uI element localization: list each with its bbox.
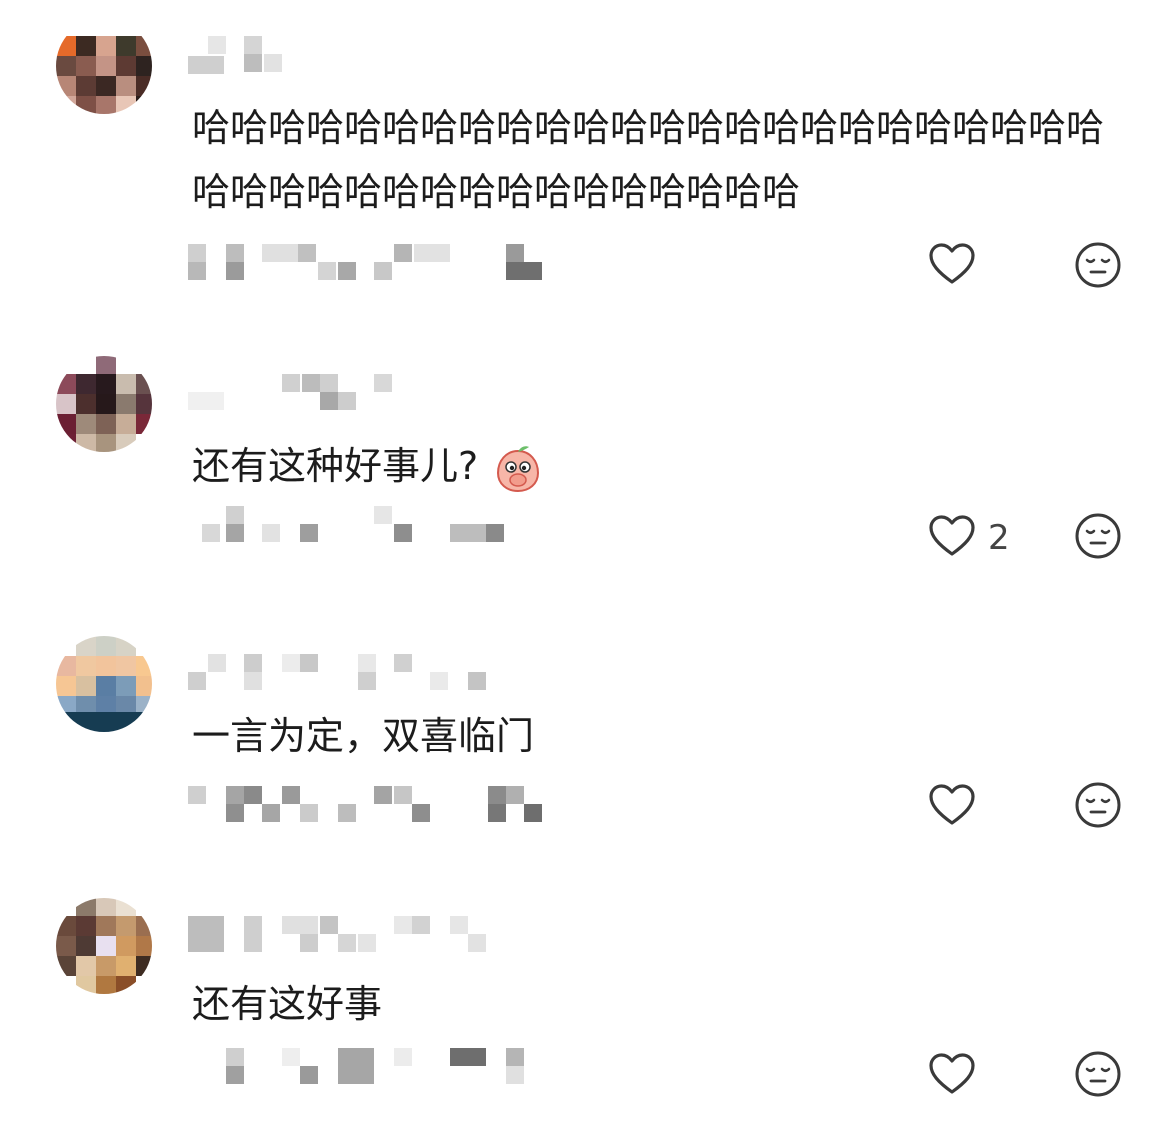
avatar[interactable] <box>56 18 152 114</box>
avatar[interactable] <box>56 898 152 994</box>
dislike-button[interactable] <box>1074 1050 1122 1098</box>
heart-outline-icon <box>928 783 976 831</box>
dislike-button[interactable] <box>1074 512 1122 560</box>
expressionless-face-icon <box>1075 1051 1121 1097</box>
dislike-button[interactable] <box>1074 241 1122 289</box>
like-count: 2 <box>988 518 1010 558</box>
comment-text: 哈哈哈哈哈哈哈哈哈哈哈哈哈哈哈哈哈哈哈哈哈哈哈哈哈哈哈哈哈哈哈哈哈哈哈哈哈哈哈哈 <box>192 106 1105 214</box>
like-button[interactable] <box>928 1052 988 1100</box>
heart-outline-icon <box>928 514 976 562</box>
like-button[interactable] <box>928 783 988 831</box>
expressionless-face-icon <box>1075 513 1121 559</box>
heart-outline-icon <box>928 1052 976 1100</box>
like-button[interactable] <box>928 242 988 290</box>
heart-outline-icon <box>928 242 976 290</box>
avatar[interactable] <box>56 356 152 452</box>
comment-text: 一言为定，双喜临门 <box>192 714 535 758</box>
expressionless-face-icon <box>1075 242 1121 288</box>
dislike-button[interactable] <box>1074 781 1122 829</box>
like-button[interactable]: 2 <box>928 514 1010 562</box>
avatar[interactable] <box>56 636 152 732</box>
comment-text: 还有这好事 <box>192 982 383 1026</box>
comment-text: 还有这种好事儿? <box>192 434 1122 498</box>
expressionless-face-icon <box>1075 782 1121 828</box>
peach-covering-mouth-emoji <box>497 445 540 492</box>
comment-text-content: 还有这种好事儿? <box>192 444 479 488</box>
